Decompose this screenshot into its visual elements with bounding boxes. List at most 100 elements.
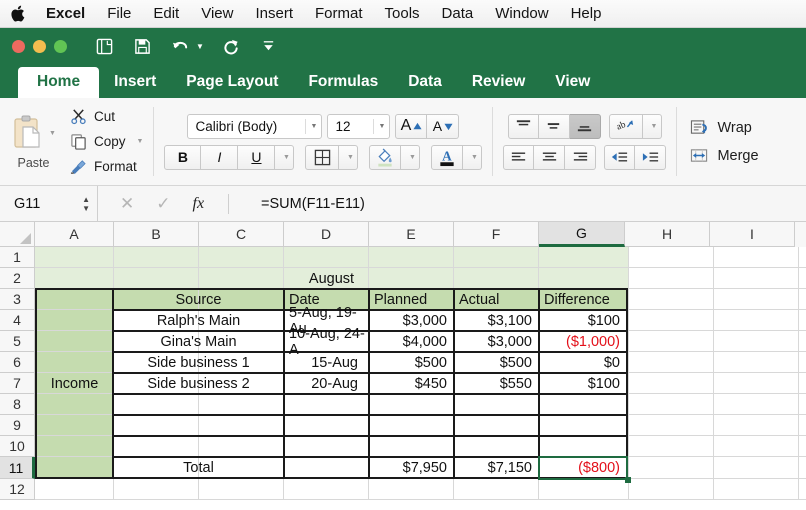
close-window-button[interactable]	[12, 39, 25, 53]
cell-b9-source[interactable]	[114, 415, 283, 436]
cell-e9-planned[interactable]	[370, 415, 453, 436]
fill-color-button[interactable]	[369, 144, 402, 170]
row-header-10[interactable]: 10	[0, 436, 35, 457]
cell-f4-actual[interactable]: $3,100	[455, 310, 538, 331]
row-header-4[interactable]: 4	[0, 310, 35, 331]
row-header-9[interactable]: 9	[0, 415, 35, 436]
cell-f6-actual[interactable]: $500	[455, 352, 538, 373]
cell-e7-planned[interactable]: $450	[370, 373, 453, 394]
cell-f10-actual[interactable]	[455, 436, 538, 457]
cell-f9-actual[interactable]	[455, 415, 538, 436]
align-right-button[interactable]	[565, 144, 597, 170]
tab-home[interactable]: Home	[18, 67, 100, 98]
cut-button[interactable]: Cut	[70, 107, 115, 127]
cell-header-planned[interactable]: Planned	[370, 289, 453, 310]
menu-item-insert[interactable]: Insert	[244, 1, 304, 27]
cell-e4-planned[interactable]: $3,000	[370, 310, 453, 331]
cell-g6-difference[interactable]: $0	[540, 352, 626, 373]
name-box-spinner-icon[interactable]: ▲ ▼	[82, 195, 90, 212]
cell-d6-date[interactable]: 15-Aug	[285, 352, 364, 373]
format-painter-button[interactable]: Format	[70, 157, 137, 177]
row-header-2[interactable]: 2	[0, 268, 35, 289]
redo-icon[interactable]	[220, 35, 242, 57]
cell-header-difference[interactable]: Difference	[540, 289, 626, 310]
menu-item-tools[interactable]: Tools	[374, 1, 431, 27]
cell-header-source[interactable]: Source	[114, 289, 283, 310]
cell-g7-difference[interactable]: $100	[540, 373, 626, 394]
tab-view[interactable]: View	[540, 67, 605, 98]
name-box[interactable]: G11 ▲ ▼	[0, 186, 98, 221]
column-header-f[interactable]: F	[454, 222, 539, 247]
undo-icon[interactable]	[169, 35, 191, 57]
column-header-a[interactable]: A	[35, 222, 114, 247]
apple-logo-icon[interactable]	[10, 4, 28, 24]
align-middle-button[interactable]	[538, 113, 570, 139]
cell-b6-source[interactable]: Side business 1	[114, 352, 283, 373]
cell-e11-planned[interactable]: $7,950	[370, 457, 453, 478]
cell-b10-source[interactable]	[114, 436, 283, 457]
bold-button[interactable]: B	[164, 144, 202, 170]
menu-item-excel[interactable]: Excel	[42, 1, 96, 27]
chevron-down-icon[interactable]: ▼	[304, 118, 317, 134]
tab-formulas[interactable]: Formulas	[293, 67, 393, 98]
tab-review[interactable]: Review	[457, 67, 540, 98]
italic-button[interactable]: I	[201, 144, 239, 170]
menu-item-help[interactable]: Help	[560, 1, 613, 27]
row-header-6[interactable]: 6	[0, 352, 35, 373]
column-header-b[interactable]: B	[114, 222, 199, 247]
cell-e5-planned[interactable]: $4,000	[370, 331, 453, 352]
wrap-text-button[interactable]: Wrap	[690, 119, 752, 136]
cancel-icon[interactable]: ✕	[120, 194, 134, 214]
cell-b4-source[interactable]: Ralph's Main	[114, 310, 283, 331]
cell-d7-date[interactable]: 20-Aug	[285, 373, 364, 394]
menu-item-window[interactable]: Window	[484, 1, 559, 27]
insert-function-icon[interactable]: fx	[193, 195, 205, 213]
copy-button[interactable]: Copy ▼	[70, 132, 143, 152]
customize-toolbar-icon[interactable]	[258, 35, 280, 57]
underline-button[interactable]: U	[238, 144, 276, 170]
align-center-button[interactable]	[534, 144, 566, 170]
cell-d8-date[interactable]	[285, 394, 364, 415]
row-header-1[interactable]: 1	[0, 247, 35, 268]
font-name-select[interactable]: Calibri (Body) ▼	[187, 113, 323, 139]
cell-b7-source[interactable]: Side business 2	[114, 373, 283, 394]
align-bottom-button[interactable]	[569, 113, 601, 139]
tab-data[interactable]: Data	[393, 67, 457, 98]
cell-category-income[interactable]: Income	[37, 289, 112, 478]
cell-d10-date[interactable]	[285, 436, 364, 457]
font-size-select[interactable]: 12 ▼	[327, 113, 391, 139]
undo-dropdown-caret-icon[interactable]: ▼	[196, 42, 204, 51]
menu-item-file[interactable]: File	[96, 1, 142, 27]
row-header-8[interactable]: 8	[0, 394, 35, 415]
formula-input[interactable]: =SUM(F11-E11)	[247, 196, 806, 212]
tab-page-layout[interactable]: Page Layout	[171, 67, 293, 98]
cell-header-actual[interactable]: Actual	[455, 289, 538, 310]
paste-dropdown-caret-icon[interactable]: ▼	[49, 130, 56, 137]
menu-item-format[interactable]: Format	[304, 1, 374, 27]
merge-cells-button[interactable]: Merge	[690, 147, 759, 164]
cell-g9-difference[interactable]	[540, 415, 626, 436]
cell-g4-difference[interactable]: $100	[540, 310, 626, 331]
cell-d9-date[interactable]	[285, 415, 364, 436]
maximize-window-button[interactable]	[54, 39, 67, 53]
decrease-font-size-button[interactable]: A	[427, 113, 460, 139]
borders-dropdown-button[interactable]: ▼	[339, 144, 359, 170]
cell-b5-source[interactable]: Gina's Main	[114, 331, 283, 352]
row-header-12[interactable]: 12	[0, 479, 35, 500]
menu-item-edit[interactable]: Edit	[142, 1, 190, 27]
cell-d11-date[interactable]	[285, 457, 364, 478]
tab-insert[interactable]: Insert	[99, 67, 171, 98]
decrease-indent-button[interactable]	[604, 144, 636, 170]
menu-item-view[interactable]: View	[190, 1, 244, 27]
font-color-button[interactable]: A	[431, 144, 464, 170]
text-orientation-button[interactable]: ab	[608, 113, 643, 139]
cell-f7-actual[interactable]: $550	[455, 373, 538, 394]
column-header-i[interactable]: I	[710, 222, 795, 247]
minimize-window-button[interactable]	[33, 39, 46, 53]
column-header-d[interactable]: D	[284, 222, 369, 247]
underline-dropdown-button[interactable]: ▼	[275, 144, 295, 170]
align-left-button[interactable]	[503, 144, 535, 170]
cell-f8-actual[interactable]	[455, 394, 538, 415]
cell-e6-planned[interactable]: $500	[370, 352, 453, 373]
cell-g5-difference[interactable]: ($1,000)	[540, 331, 626, 352]
